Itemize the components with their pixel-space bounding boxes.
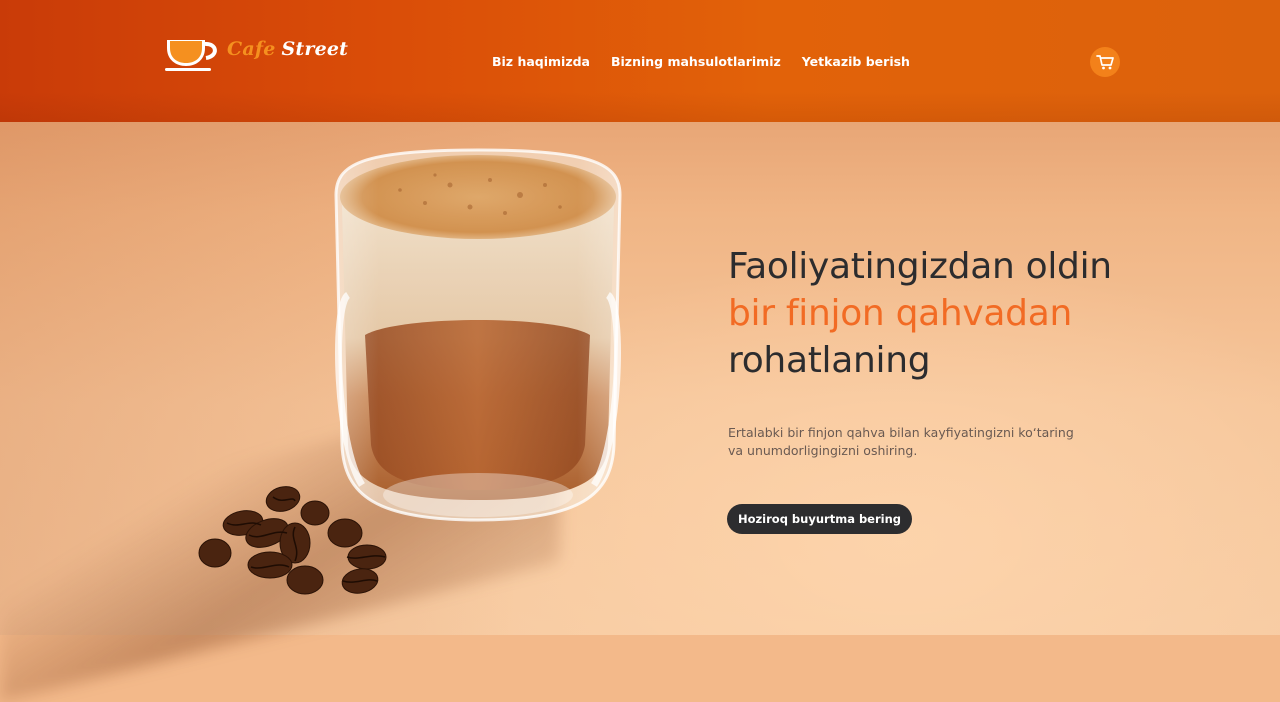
nav-item-about[interactable]: Biz haqimizda (492, 54, 590, 69)
main-nav: Biz haqimizda Bizning mahsulotlarimiz Ye… (492, 54, 910, 69)
coffee-beans-image (198, 486, 387, 595)
coffee-glass-image (334, 148, 622, 522)
headline-line-1: Faoliyatingizdan oldin (728, 246, 1112, 287)
coffee-cup-icon (165, 40, 217, 71)
logo[interactable]: Cafe Street (165, 36, 348, 76)
order-now-button[interactable]: Hoziroq buyurtma bering (727, 504, 912, 534)
site-header: Cafe Street Biz haqimizda Bizning mahsulo… (0, 0, 1280, 122)
nav-item-delivery[interactable]: Yetkazib berish (802, 54, 910, 69)
subtitle-line-1: Ertalabki bir finjon qahva bilan kayfiya… (728, 425, 1074, 440)
hero-subtitle: Ertalabki bir finjon qahva bilan kayfiya… (728, 424, 1088, 460)
brand-name: Cafe Street (227, 38, 348, 60)
cart-icon (1096, 55, 1114, 70)
hero-headline: Faoliyatingizdan oldin bir finjon qahvad… (728, 243, 1112, 384)
subtitle-line-2: va unumdorligingizni oshiring. (728, 443, 918, 458)
headline-line-3: rohatlaning (728, 340, 931, 381)
headline-line-2: bir finjon qahvadan (728, 293, 1072, 334)
brand-word-cafe: Cafe (227, 38, 276, 60)
cart-button[interactable] (1090, 47, 1120, 77)
nav-item-products[interactable]: Bizning mahsulotlarimiz (611, 54, 781, 69)
brand-word-street: Street (281, 38, 349, 60)
